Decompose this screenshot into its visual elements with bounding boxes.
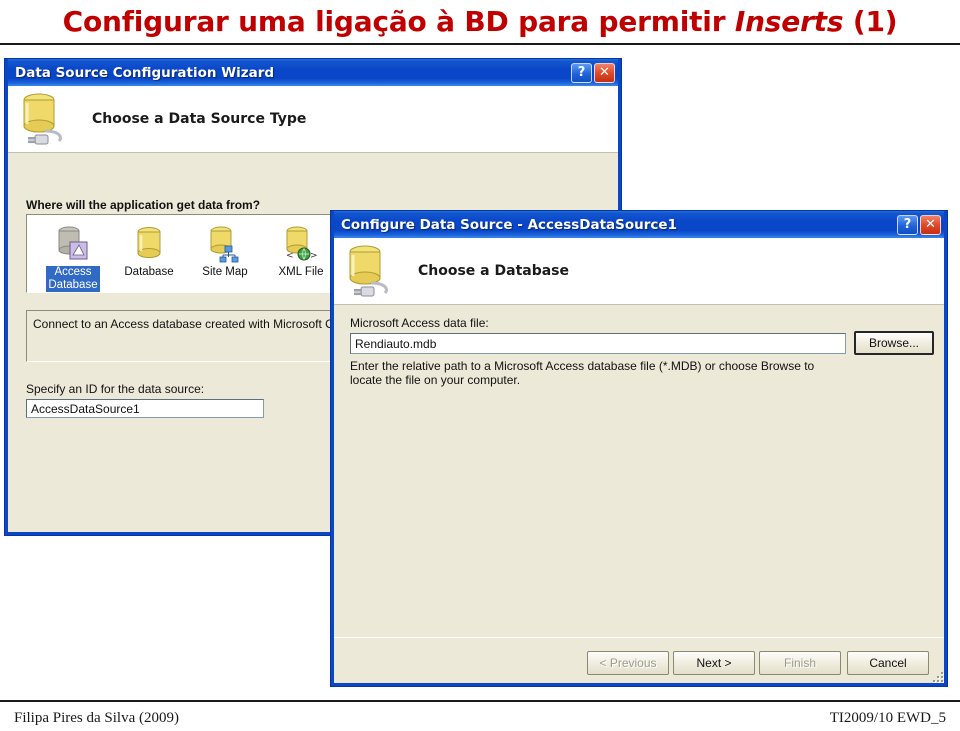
access-database-icon xyxy=(55,221,91,263)
tile-label: Access Database xyxy=(46,266,100,292)
configure-data-source-window[interactable]: Configure Data Source - AccessDataSource… xyxy=(330,210,948,687)
data-source-id-input[interactable]: AccessDataSource1 xyxy=(26,399,264,418)
configure-window-controls: ? ✕ xyxy=(897,214,941,235)
page-title-suffix: (1) xyxy=(843,5,898,38)
svg-text:<: < xyxy=(286,251,294,261)
close-icon[interactable]: ✕ xyxy=(920,214,941,235)
previous-button: < Previous xyxy=(587,651,669,675)
site-map-icon xyxy=(208,221,242,263)
footer-course-code: TI2009/10 EWD_5 xyxy=(829,710,946,726)
tile-label: Site Map xyxy=(202,266,248,278)
slide-footer: Filipa Pires da Silva (2009) TI2009/10 E… xyxy=(0,700,960,731)
access-data-file-hint-line1: Enter the relative path to a Microsoft A… xyxy=(350,359,815,373)
tile-access-database[interactable]: Access Database xyxy=(35,221,111,292)
svg-text:>: > xyxy=(310,251,318,261)
database-icon xyxy=(134,221,164,263)
configure-title-text: Configure Data Source - AccessDataSource… xyxy=(341,216,677,233)
slide-canvas: Configurar uma ligação à BD para permiti… xyxy=(0,0,960,731)
database-plug-icon xyxy=(344,243,396,299)
next-button[interactable]: Next > xyxy=(673,651,755,675)
data-source-id-label: Specify an ID for the data source: xyxy=(26,382,205,396)
tile-database[interactable]: Database xyxy=(111,221,187,292)
database-plug-icon xyxy=(18,91,70,147)
help-icon[interactable]: ? xyxy=(897,214,918,235)
finish-button: Finish xyxy=(759,651,841,675)
access-data-file-label: Microsoft Access data file: xyxy=(350,316,489,330)
configure-header-title: Choose a Database xyxy=(418,263,570,279)
configure-header: Choose a Database xyxy=(334,238,944,305)
wizard-header-title: Choose a Data Source Type xyxy=(92,111,307,127)
access-data-file-hint-line2: locate the file on your computer. xyxy=(350,373,521,387)
page-title-italic: Inserts xyxy=(734,5,844,38)
access-data-file-input[interactable]: Rendiauto.mdb xyxy=(350,333,846,354)
footer-author: Filipa Pires da Silva (2009) xyxy=(14,710,179,726)
configure-titlebar[interactable]: Configure Data Source - AccessDataSource… xyxy=(334,211,944,238)
tile-site-map[interactable]: Site Map xyxy=(187,221,263,292)
wizard-window-controls: ? ✕ xyxy=(571,62,615,83)
xml-file-icon: < > xyxy=(284,221,318,263)
cancel-button[interactable]: Cancel xyxy=(847,651,929,675)
help-icon[interactable]: ? xyxy=(571,62,592,83)
page-title-main: Configurar uma ligação à BD para permiti… xyxy=(62,5,735,38)
wizard-titlebar[interactable]: Data Source Configuration Wizard ? ✕ xyxy=(8,59,618,86)
page-title: Configurar uma ligação à BD para permiti… xyxy=(0,0,960,45)
close-icon[interactable]: ✕ xyxy=(594,62,615,83)
tile-label: XML File xyxy=(278,266,324,278)
configure-body: Choose a Database Microsoft Access data … xyxy=(334,238,944,683)
resize-grip[interactable] xyxy=(929,668,943,682)
page-title-text: Configurar uma ligação à BD para permiti… xyxy=(63,5,898,38)
tile-label: Database xyxy=(124,266,174,278)
wizard-title-text: Data Source Configuration Wizard xyxy=(15,64,275,81)
browse-button[interactable]: Browse... xyxy=(854,331,934,355)
footer-separator xyxy=(334,637,944,638)
wizard-header: Choose a Data Source Type xyxy=(8,86,618,153)
tile-xml-file[interactable]: < > XML File xyxy=(263,221,339,292)
wizard-prompt-label: Where will the application get data from… xyxy=(26,198,261,212)
